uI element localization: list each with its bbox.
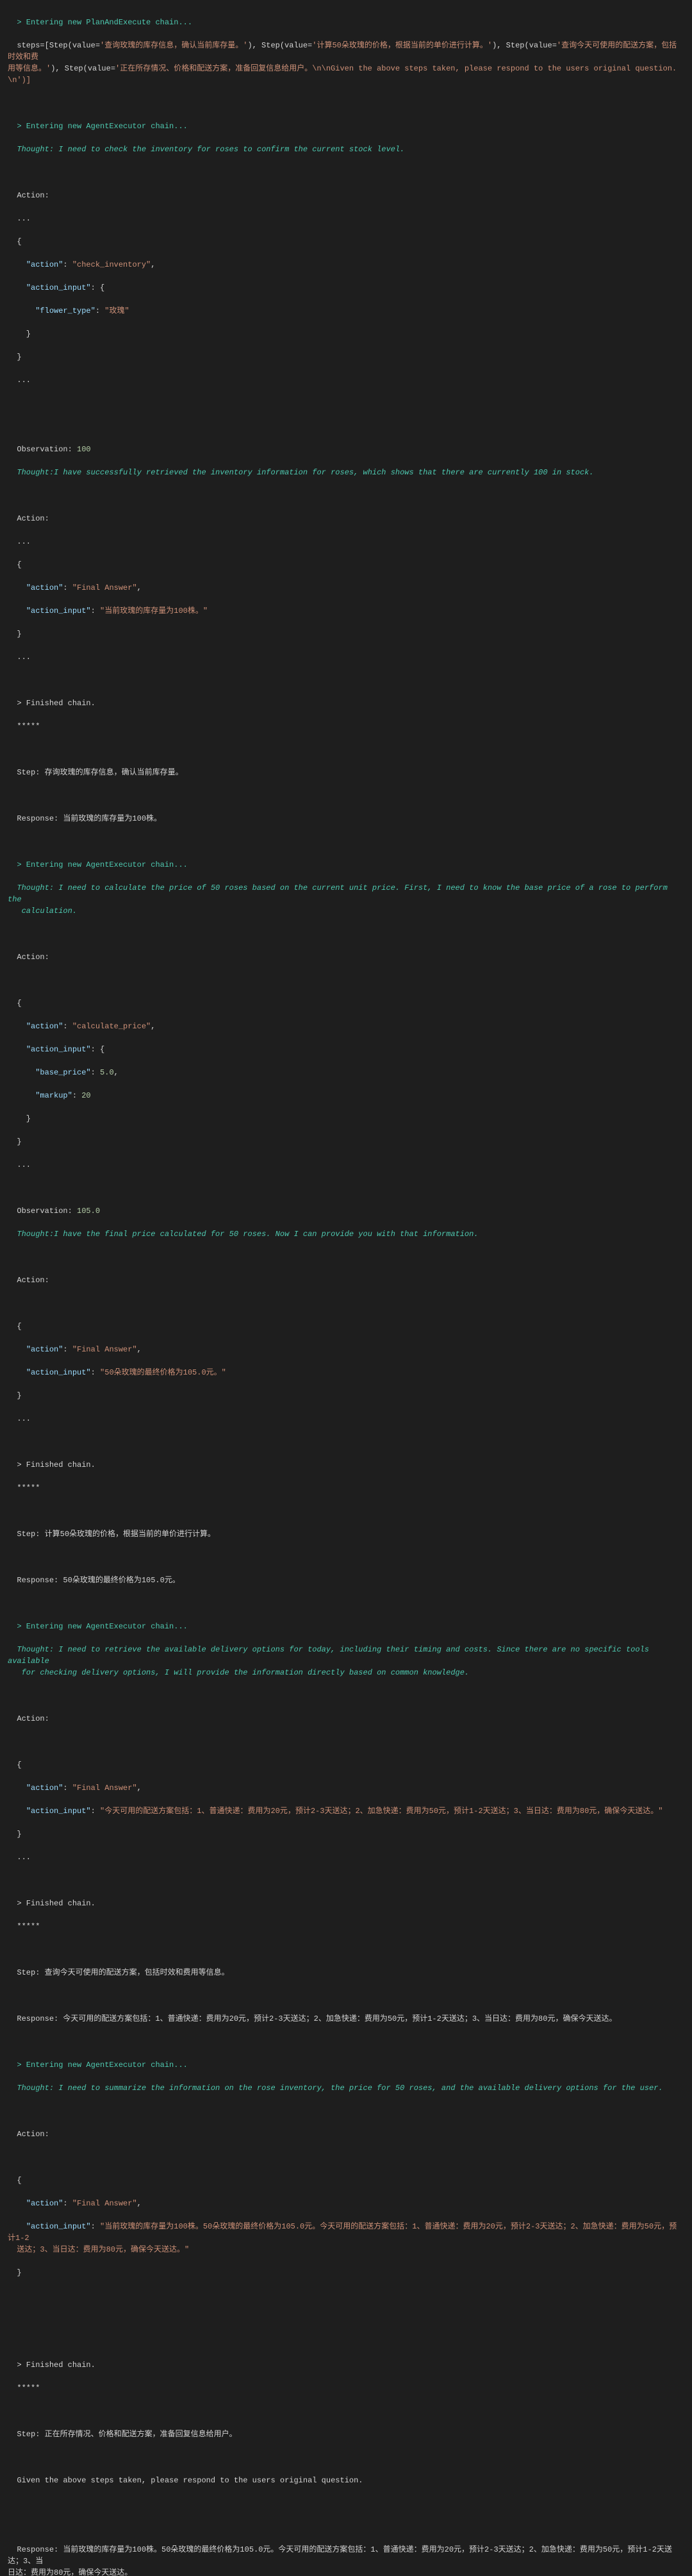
line-json1-2: "action_input": {	[17, 283, 104, 292]
line-json3-open: {	[17, 1761, 21, 1769]
line-json1b-1: "action": "Final Answer",	[17, 583, 141, 592]
line-obs1: Observation: 100	[17, 445, 90, 454]
line-action3: Action:	[17, 1714, 49, 1723]
line-json2-3: "base_price": 5.0,	[17, 1068, 118, 1077]
line-finished2: > Finished chain.	[17, 1460, 95, 1469]
line-json1b-2: "action_input": "当前玫瑰的库存量为100株。"	[17, 606, 208, 615]
line-json2-2: "action_input": {	[17, 1045, 104, 1054]
line-json2b-close: }	[17, 1391, 21, 1400]
line-agent4-enter: > Entering new AgentExecutor chain...	[17, 2061, 187, 2070]
line-json1b-open: {	[17, 560, 21, 569]
line-step4: Step: 正在所存情况、价格和配送方案，准备回复信息给用户。	[17, 2430, 236, 2439]
line-agent2-enter: > Entering new AgentExecutor chain...	[17, 860, 187, 869]
line-finished4: > Finished chain.	[17, 2361, 95, 2370]
line-action4: Action:	[17, 2130, 49, 2139]
terminal-output: > Entering new PlanAndExecute chain... s…	[8, 5, 684, 2576]
line-json2-4: "markup": 20	[17, 1091, 90, 1100]
line-json4-close: }	[17, 2268, 21, 2277]
line-json1-open: {	[17, 237, 21, 246]
line-dots1d: ...	[17, 653, 31, 662]
line-thought1b: Thought:I have successfully retrieved th…	[17, 468, 593, 477]
line-stars2: *****	[17, 1484, 40, 1493]
line-json2-close: }	[17, 1137, 21, 1146]
line-1: > Entering new PlanAndExecute chain...	[17, 18, 192, 27]
line-json3-2: "action_input": "今天可用的配送方案包括：1、普通快递：费用为2…	[17, 1807, 663, 1816]
line-action1b: Action:	[17, 514, 49, 523]
line-action1: Action:	[17, 191, 49, 200]
line-dots2b: ...	[17, 1414, 31, 1423]
line-json2b-2: "action_input": "50朵玫瑰的最终价格为105.0元。"	[17, 1368, 226, 1377]
line-dots3: ...	[17, 1853, 31, 1862]
line-given: Given the above steps taken, please resp…	[17, 2476, 363, 2485]
line-step1: Step: 存询玫瑰的库存信息，确认当前库存量。	[17, 768, 183, 777]
line-thought2: Thought: I need to calculate the price o…	[8, 883, 672, 916]
line-thought2b: Thought:I have the final price calculate…	[17, 1230, 478, 1239]
line-json2-5: }	[17, 1114, 31, 1123]
line-agent3-enter: > Entering new AgentExecutor chain...	[17, 1622, 187, 1631]
line-response4: Response: 当前玫瑰的库存量为100株。50朵玫瑰的最终价格为105.0…	[8, 2545, 672, 2576]
line-stars4: *****	[17, 2384, 40, 2393]
line-json4-open: {	[17, 2176, 21, 2185]
line-action2: Action:	[17, 953, 49, 962]
line-dots1: ...	[17, 214, 31, 223]
line-json1-4: }	[17, 330, 31, 339]
line-agent1-enter: > Entering new AgentExecutor chain...	[17, 122, 187, 131]
line-json4-2: "action_input": "当前玫瑰的库存量为100株。50朵玫瑰的最终价…	[8, 2222, 677, 2254]
line-json3-1: "action": "Final Answer",	[17, 1784, 141, 1793]
line-json1b-close: }	[17, 630, 21, 639]
line-json2b-1: "action": "Final Answer",	[17, 1345, 141, 1354]
line-response2: Response: 50朵玫瑰的最终价格为105.0元。	[17, 1576, 179, 1585]
line-json2-open: {	[17, 999, 21, 1008]
line-step2: Step: 计算50朵玫瑰的价格，根据当前的单价进行计算。	[17, 1530, 215, 1539]
line-obs2: Observation: 105.0	[17, 1207, 100, 1216]
line-json2-1: "action": "calculate_price",	[17, 1022, 155, 1031]
line-json4-1: "action": "Final Answer",	[17, 2199, 141, 2208]
line-finished1: > Finished chain.	[17, 699, 95, 708]
line-json1-1: "action": "check_inventory",	[17, 260, 155, 269]
line-dots1b: ...	[17, 376, 31, 385]
line-response1: Response: 当前玫瑰的库存量为100株。	[17, 814, 161, 823]
line-json1-close: }	[17, 353, 21, 362]
line-thought4: Thought: I need to summarize the informa…	[17, 2084, 663, 2093]
line-response3: Response: 今天可用的配送方案包括：1、普通快递：费用为20元，预计2-…	[17, 2014, 616, 2023]
line-json2b-open: {	[17, 1322, 21, 1331]
line-thought1: Thought: I need to check the inventory f…	[17, 145, 404, 154]
line-finished3: > Finished chain.	[17, 1899, 95, 1908]
line-json1-3: "flower_type": "玫瑰"	[17, 306, 129, 315]
line-action2b: Action:	[17, 1276, 49, 1285]
line-dots1c: ...	[17, 537, 31, 546]
line-json3-close: }	[17, 1830, 21, 1839]
line-thought3: Thought: I need to retrieve the availabl…	[8, 1645, 654, 1677]
line-2: steps=[Step(value='查询玫瑰的库存信息，确认当前库存量。'),…	[8, 41, 677, 2576]
line-stars1: *****	[17, 722, 40, 731]
line-stars3: *****	[17, 1922, 40, 1931]
line-dots2: ...	[17, 1160, 31, 1169]
line-step3: Step: 查询今天可使用的配送方案，包括时效和费用等信息。	[17, 1968, 229, 1977]
